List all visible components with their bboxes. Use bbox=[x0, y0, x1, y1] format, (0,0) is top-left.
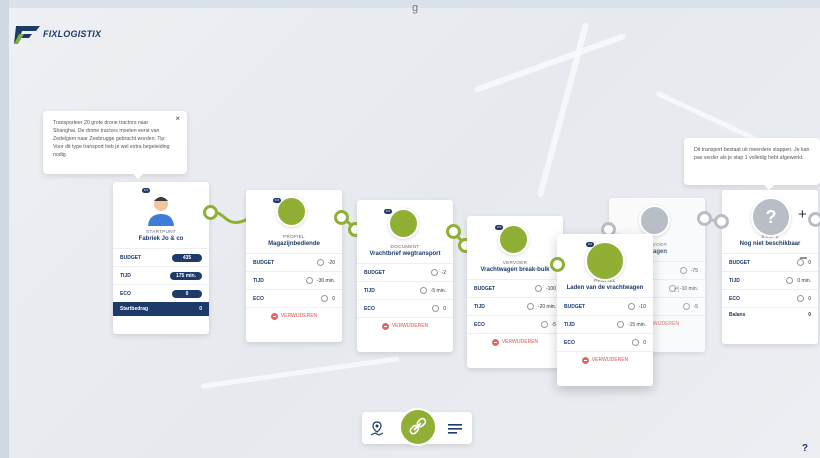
question-icon: ? bbox=[751, 197, 791, 237]
eco-row: ECO -5 bbox=[467, 315, 563, 333]
card-type: PROFIEL bbox=[283, 234, 305, 239]
eco-row: ECO 0 bbox=[557, 333, 653, 351]
connector-node[interactable] bbox=[550, 257, 565, 272]
budget-row: BUDGET 435 bbox=[113, 248, 209, 266]
more-icon[interactable]: ••• bbox=[586, 242, 594, 247]
card-type: VERVOER bbox=[502, 260, 528, 265]
zoom-in-button[interactable]: + bbox=[798, 206, 807, 223]
connector-node[interactable] bbox=[446, 224, 461, 239]
truck-icon bbox=[639, 205, 670, 236]
tijd-row: TIJD -5 min. bbox=[357, 281, 453, 299]
budget-row: BUDGET -10 bbox=[557, 297, 653, 315]
remove-button[interactable]: VERWIJDEREN bbox=[246, 307, 342, 324]
tijd-row: TIJD -30 min. bbox=[246, 271, 342, 289]
tijd-row: TIJD 0 min. bbox=[722, 271, 818, 289]
menu-icon[interactable] bbox=[448, 423, 462, 435]
eco-row: ECO 0 bbox=[722, 289, 818, 307]
remove-button[interactable]: VERWIJDEREN bbox=[357, 317, 453, 334]
loader-person-icon bbox=[585, 241, 625, 281]
card-type: STARTPUNT bbox=[146, 229, 176, 234]
eco-row: ECO 0 bbox=[113, 284, 209, 302]
connector-node[interactable] bbox=[334, 210, 349, 225]
hand-cursor-icon: ☝ bbox=[674, 284, 680, 294]
eco-row: ECO 0 bbox=[246, 289, 342, 307]
help-button[interactable]: ? bbox=[802, 443, 808, 454]
card-footer: Balans 0 bbox=[722, 307, 818, 322]
bottom-toolbar bbox=[362, 408, 472, 446]
minus-icon bbox=[581, 356, 589, 364]
card-type: DOCUMENT bbox=[390, 244, 420, 249]
connector-node[interactable] bbox=[714, 214, 729, 229]
more-icon[interactable]: ••• bbox=[384, 209, 392, 214]
budget-row: BUDGET -100 bbox=[467, 279, 563, 297]
minus-icon bbox=[381, 322, 389, 330]
eco-row: ECO 0 bbox=[357, 299, 453, 317]
card-footer: Startbedrag 0 bbox=[113, 302, 209, 316]
tijd-row: TIJD 175 min. bbox=[113, 266, 209, 284]
minus-icon bbox=[491, 338, 499, 346]
card-startpunt[interactable]: STARTPUNT Fabriek Jo & co BUDGET 435 TIJ… bbox=[113, 182, 209, 334]
more-icon[interactable]: ••• bbox=[273, 198, 281, 203]
remove-button[interactable]: VERWIJDEREN bbox=[467, 333, 563, 350]
card-title: Laden van de vrachtwagen bbox=[566, 285, 644, 291]
card-title: Vrachtwagen break-bulk bbox=[480, 267, 550, 273]
card-title: Vrachtbrief wegtransport bbox=[369, 251, 441, 257]
budget-value: 435 bbox=[172, 253, 202, 262]
add-step-button[interactable] bbox=[399, 408, 437, 446]
budget-row: BUDGET -2 bbox=[357, 263, 453, 281]
zoom-out-button[interactable]: − bbox=[799, 250, 808, 267]
tijd-row: TIJD -15 min. bbox=[557, 315, 653, 333]
route-map-icon[interactable] bbox=[369, 421, 385, 437]
connector-node[interactable] bbox=[697, 211, 712, 226]
tijd-value: 175 min. bbox=[169, 271, 202, 280]
more-icon[interactable]: ••• bbox=[495, 225, 503, 230]
person-avatar-icon bbox=[148, 197, 174, 226]
tijd-row: TIJD -20 min. bbox=[467, 297, 563, 315]
link-icon bbox=[409, 417, 427, 435]
connector-node[interactable] bbox=[203, 205, 218, 220]
eco-value: 0 bbox=[172, 289, 202, 298]
document-icon bbox=[388, 208, 419, 239]
budget-row: BUDGET -20 bbox=[246, 253, 342, 271]
more-icon[interactable]: ••• bbox=[142, 188, 150, 193]
remove-button[interactable]: VERWIJDEREN bbox=[557, 351, 653, 368]
minus-icon bbox=[270, 312, 278, 320]
connector-node[interactable] bbox=[808, 212, 820, 227]
app-canvas: g FIXLOGISTIX × Transporteer 20 grote dr… bbox=[0, 0, 820, 458]
